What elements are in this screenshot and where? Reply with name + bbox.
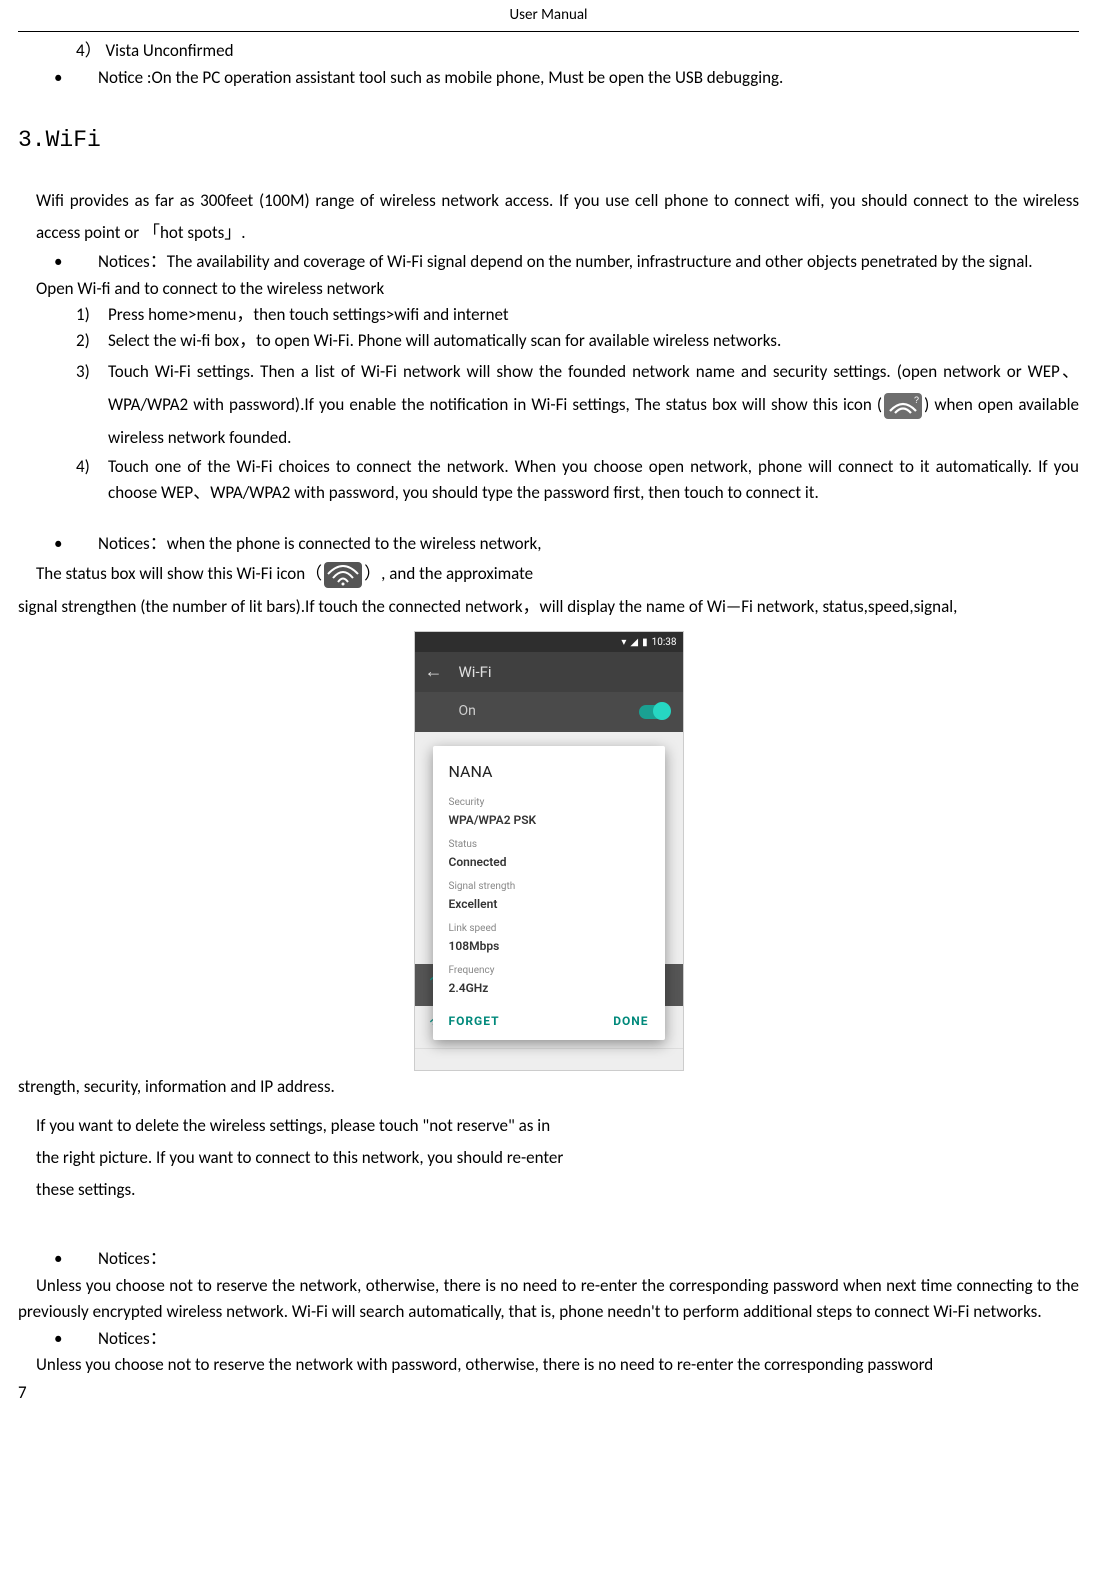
back-arrow-icon[interactable]: ←: [425, 658, 443, 686]
wifi-on-row: On: [415, 692, 683, 732]
dialog-network-name: NANA: [449, 760, 649, 785]
dialog-link-label: Link speed: [449, 921, 649, 937]
notice-availability-text: Notices：The availability and coverage of…: [98, 249, 1079, 275]
wifi-icon: [324, 562, 362, 588]
dialog-security-label: Security: [449, 795, 649, 811]
done-button[interactable]: DONE: [613, 1012, 648, 1031]
step-text: Press home>menu，then touch settings>wifi…: [108, 302, 1079, 328]
on-label: On: [459, 701, 476, 723]
wifi-intro: Wifi provides as far as 300feet (100M) r…: [36, 185, 1079, 250]
step-number: 2): [76, 328, 108, 354]
bullet-notices-2: • Notices：: [48, 1326, 1079, 1352]
signal-icon: ◢: [630, 635, 638, 651]
step-text: Touch Wi-Fi settings. Then a list of Wi-…: [108, 355, 1079, 454]
bullet-notice-connected: • Notices：when the phone is connected to…: [48, 531, 1079, 557]
step-number: 1): [76, 302, 108, 328]
notice-usb-text: Notice :On the PC operation assistant to…: [98, 65, 783, 91]
dialog-link-value: 108Mbps: [449, 937, 649, 956]
line-vista: 4） Vista Unconfirmed: [76, 38, 1079, 64]
appbar-title: Wi-Fi: [459, 661, 492, 684]
status-line-a: The status box will show this Wi-Fi icon…: [36, 563, 322, 584]
step-4: 4) Touch one of the Wi-Fi choices to con…: [76, 454, 1079, 507]
page-header: User Manual: [18, 0, 1079, 31]
step-2: 2) Select the wi-fi box，to open Wi-Fi. P…: [76, 328, 1079, 354]
notices-label: Notices：: [98, 1246, 167, 1272]
section-title-wifi: 3.WiFi: [18, 123, 1079, 159]
dialog-freq-label: Frequency: [449, 963, 649, 979]
phone-statusbar: ▾ ◢ ▮ 10:38: [415, 632, 683, 652]
dialog-status-label: Status: [449, 837, 649, 853]
bullet-notice-usb: • Notice :On the PC operation assistant …: [48, 65, 1079, 91]
notices-paragraph-1: Unless you choose not to reserve the net…: [36, 1273, 1079, 1326]
wifi-question-icon: ?: [884, 393, 922, 419]
wifi-details-dialog: NANA Security WPA/WPA2 PSK Status Connec…: [433, 746, 665, 1040]
dialog-status-value: Connected: [449, 853, 649, 872]
dialog-signal-label: Signal strength: [449, 879, 649, 895]
notices-paragraph-2: Unless you choose not to reserve the net…: [36, 1352, 1079, 1378]
step-text: Select the wi-fi box，to open Wi-Fi. Phon…: [108, 328, 1079, 354]
notices-label: Notices：: [98, 1326, 167, 1352]
dialog-security-value: WPA/WPA2 PSK: [449, 811, 649, 830]
bullet-icon: •: [48, 1246, 98, 1272]
delete-settings-block: If you want to delete the wireless setti…: [36, 1110, 576, 1207]
step-1: 1) Press home>menu，then touch settings>w…: [76, 302, 1079, 328]
bullet-notice-availability: • Notices：The availability and coverage …: [48, 249, 1079, 275]
step-number: 3): [76, 355, 108, 454]
statusbar-time: 10:38: [652, 635, 677, 651]
status-line-b: ）, and the approximate: [364, 563, 533, 584]
step-3: 3) Touch Wi-Fi settings. Then a list of …: [76, 355, 1079, 454]
phone-appbar: ← Wi-Fi: [415, 652, 683, 692]
wifi-status-icon: ▾: [621, 635, 626, 651]
step-text: Touch one of the Wi-Fi choices to connec…: [108, 454, 1079, 507]
status-box-line: The status box will show this Wi-Fi icon…: [36, 557, 1079, 591]
bullet-notices-1: • Notices：: [48, 1246, 1079, 1272]
step-number: 4): [76, 454, 108, 507]
bullet-icon: •: [48, 531, 98, 557]
notice-connected-text: Notices：when the phone is connected to t…: [98, 531, 542, 557]
dialog-signal-value: Excellent: [449, 895, 649, 914]
bullet-icon: •: [48, 65, 98, 91]
wifi-toggle-switch[interactable]: [639, 705, 669, 719]
page-number: 7: [18, 1380, 1079, 1406]
header-rule: [18, 31, 1079, 32]
bullet-icon: •: [48, 249, 98, 275]
dialog-freq-value: 2.4GHz: [449, 979, 649, 998]
battery-icon: ▮: [642, 635, 648, 651]
wifi-list-item[interactable]: [415, 1048, 683, 1070]
forget-button[interactable]: FORGET: [449, 1012, 500, 1031]
phone-frame: ▾ ◢ ▮ 10:38 ← Wi-Fi On 360WiFi-VC 360WiF…: [414, 631, 684, 1071]
phone-screenshot: ▾ ◢ ▮ 10:38 ← Wi-Fi On 360WiFi-VC 360WiF…: [18, 631, 1079, 1071]
signal-strengthen-line: signal strengthen (the number of lit bar…: [18, 591, 1079, 623]
svg-text:?: ?: [914, 395, 919, 405]
bullet-icon: •: [48, 1326, 98, 1352]
strength-line: strength, security, information and IP a…: [18, 1071, 1079, 1103]
open-wifi-line: Open Wi-fi and to connect to the wireles…: [36, 276, 1079, 302]
